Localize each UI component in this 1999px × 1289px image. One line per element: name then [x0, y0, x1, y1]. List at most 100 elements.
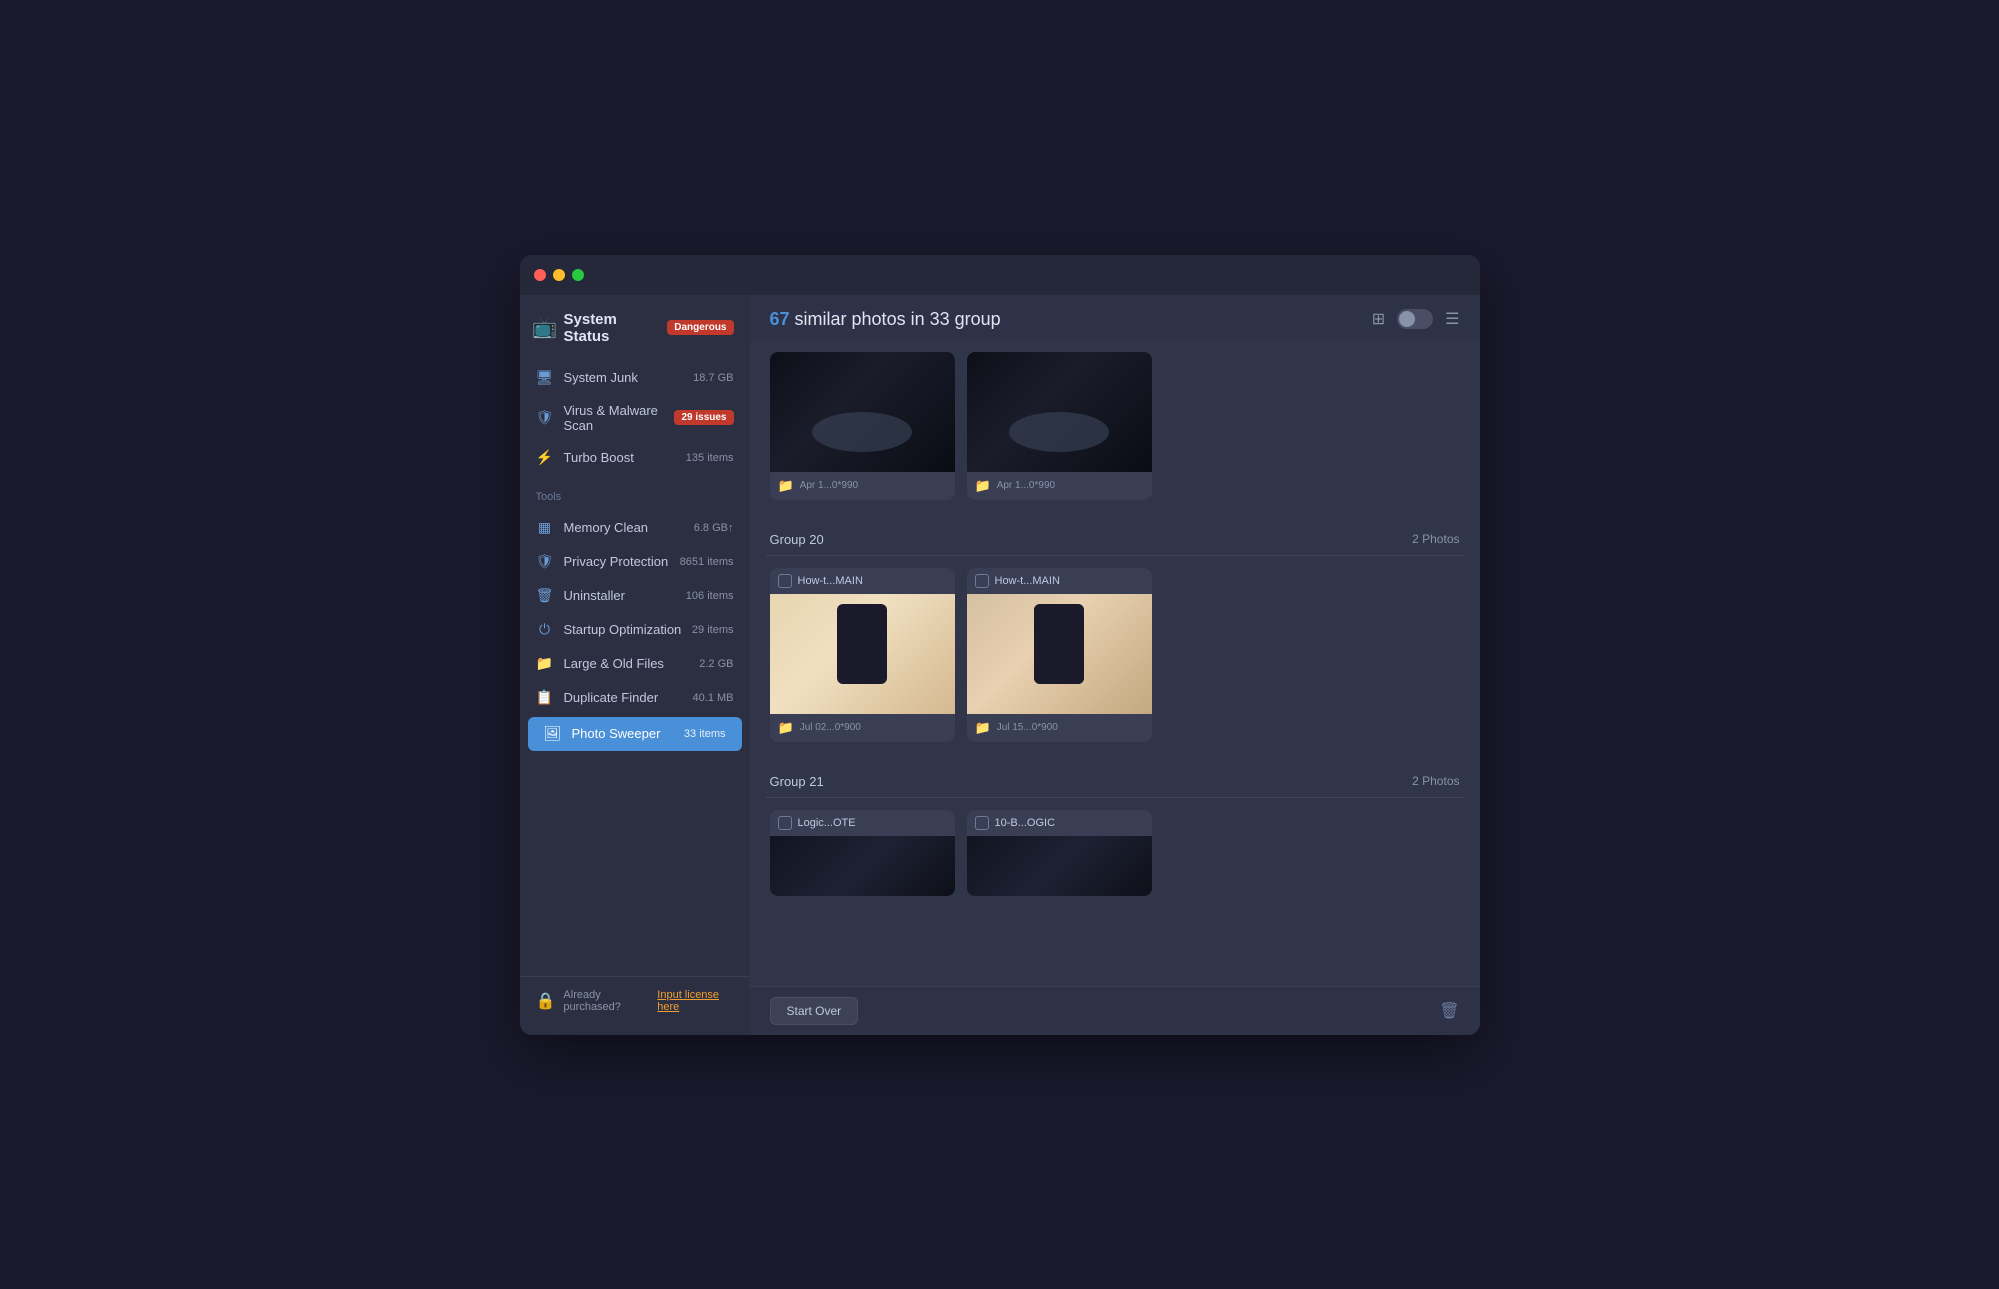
system-junk-icon: 🖥 — [536, 369, 554, 387]
large-old-files-label: Large & Old Files — [564, 656, 690, 671]
maximize-button[interactable] — [572, 269, 584, 281]
turbo-boost-icon: ⚡ — [536, 449, 554, 467]
app-body: 📺 System Status Dangerous 🖥 System Junk … — [520, 295, 1480, 1035]
group-20-header: Group 20 2 Photos — [766, 520, 1464, 556]
photo-filename: 10-B...OGIC — [995, 817, 1056, 829]
startup-optimization-count: 29 items — [692, 624, 734, 636]
grid-view-icon[interactable]: ⊞ — [1372, 309, 1385, 329]
photo-checkbox[interactable] — [975, 574, 989, 588]
photo-card: How-t...MAIN 📁 Jul 15...0*900 — [967, 568, 1152, 742]
similar-photos-count: 67 — [770, 309, 790, 329]
folder-icon: 📁 — [778, 478, 794, 494]
sidebar-item-duplicate-finder[interactable]: 📋 Duplicate Finder 40.1 MB — [520, 681, 750, 715]
photo-image — [770, 594, 955, 714]
photo-filename: Logic...OTE — [798, 817, 856, 829]
sidebar-item-privacy-protection[interactable]: 🛡 Privacy Protection 8651 items — [520, 545, 750, 579]
privacy-protection-label: Privacy Protection — [564, 554, 670, 569]
photo-image — [770, 836, 955, 896]
system-status-icon: 📺 — [536, 319, 554, 337]
group-20-photos: How-t...MAIN 📁 Jul 02...0*900 How — [766, 556, 1464, 754]
photo-footer: 📁 Apr 1...0*990 — [770, 472, 955, 500]
list-view-icon[interactable]: ☰ — [1445, 309, 1459, 329]
uninstaller-count: 106 items — [686, 590, 734, 602]
close-button[interactable] — [534, 269, 546, 281]
photo-card: 📁 Apr 1...0*990 — [967, 352, 1152, 500]
view-toggle[interactable] — [1397, 309, 1433, 329]
uninstaller-label: Uninstaller — [564, 588, 676, 603]
app-window: 📺 System Status Dangerous 🖥 System Junk … — [520, 255, 1480, 1035]
content-scroll[interactable]: 📁 Apr 1...0*990 📁 Apr 1...0*990 — [750, 340, 1480, 986]
photo-card: Logic...OTE — [770, 810, 955, 896]
folder-icon: 📁 — [975, 720, 991, 736]
photo-checkbox[interactable] — [975, 816, 989, 830]
photo-checkbox[interactable] — [778, 574, 792, 588]
memory-clean-icon: ▦ — [536, 519, 554, 537]
photo-checkbox[interactable] — [778, 816, 792, 830]
sidebar-item-large-old-files[interactable]: 📁 Large & Old Files 2.2 GB — [520, 647, 750, 681]
photo-image — [967, 594, 1152, 714]
photo-card-header: How-t...MAIN — [770, 568, 955, 594]
photo-sweeper-label: Photo Sweeper — [572, 726, 674, 741]
photo-image — [967, 352, 1152, 472]
toggle-thumb — [1399, 311, 1415, 327]
minimize-button[interactable] — [553, 269, 565, 281]
virus-badge: 29 issues — [674, 410, 733, 425]
startup-optimization-label: Startup Optimization — [564, 622, 682, 637]
sidebar-item-memory-clean[interactable]: ▦ Memory Clean 6.8 GB↑ — [520, 511, 750, 545]
delete-icon[interactable]: 🗑 — [1439, 1001, 1459, 1021]
sidebar-item-system-junk[interactable]: 🖥 System Junk 18.7 GB — [520, 361, 750, 395]
photo-filename: How-t...MAIN — [798, 575, 863, 587]
main-title: 67 similar photos in 33 group — [770, 309, 1001, 330]
photo-card: 📁 Apr 1...0*990 — [770, 352, 955, 500]
tools-section: ▦ Memory Clean 6.8 GB↑ 🛡 Privacy Protect… — [520, 507, 750, 757]
turbo-boost-label: Turbo Boost — [564, 450, 676, 465]
uninstaller-icon: 🗑 — [536, 587, 554, 605]
sidebar-item-photo-sweeper[interactable]: 🖼 Photo Sweeper 33 items — [528, 717, 742, 751]
main-title-text: similar photos in 33 group — [790, 309, 1001, 329]
virus-scan-label: Virus & Malware Scan — [564, 403, 665, 433]
group-21-photos: Logic...OTE 10-B...OGIC — [766, 798, 1464, 908]
duplicate-finder-count: 40.1 MB — [693, 692, 734, 704]
photo-card-header: Logic...OTE — [770, 810, 955, 836]
group-partial: 📁 Apr 1...0*990 📁 Apr 1...0*990 — [766, 340, 1464, 512]
group-21-count: 2 Photos — [1412, 774, 1459, 788]
sidebar-item-turbo-boost[interactable]: ⚡ Turbo Boost 135 items — [520, 441, 750, 475]
photo-card: 10-B...OGIC — [967, 810, 1152, 896]
group-21-section: Group 21 2 Photos Logic...OTE — [766, 762, 1464, 908]
sidebar-item-uninstaller[interactable]: 🗑 Uninstaller 106 items — [520, 579, 750, 613]
photo-meta: Jul 15...0*900 — [997, 722, 1058, 733]
folder-icon: 📁 — [975, 478, 991, 494]
photo-footer: 📁 Jul 15...0*900 — [967, 714, 1152, 742]
sidebar-item-virus-scan[interactable]: 🛡 Virus & Malware Scan 29 issues — [520, 395, 750, 441]
photo-meta: Apr 1...0*990 — [800, 480, 858, 491]
partial-photos-grid: 📁 Apr 1...0*990 📁 Apr 1...0*990 — [766, 340, 1464, 512]
privacy-protection-icon: 🛡 — [536, 553, 554, 571]
dangerous-badge: Dangerous — [667, 320, 733, 335]
main-footer: Start Over 🗑 — [750, 986, 1480, 1035]
header-controls: ⊞ ☰ — [1372, 309, 1460, 329]
sidebar-title: System Status — [564, 311, 658, 345]
group-20-name: Group 20 — [770, 532, 824, 547]
photo-sweeper-icon: 🖼 — [544, 725, 562, 743]
main-header: 67 similar photos in 33 group ⊞ ☰ — [750, 295, 1480, 340]
system-junk-label: System Junk — [564, 370, 684, 385]
virus-scan-icon: 🛡 — [536, 409, 554, 427]
group-20-count: 2 Photos — [1412, 532, 1459, 546]
privacy-protection-count: 8651 items — [680, 556, 734, 568]
memory-clean-count: 6.8 GB↑ — [694, 522, 734, 534]
input-license-link[interactable]: Input license here — [657, 989, 733, 1013]
duplicate-finder-label: Duplicate Finder — [564, 690, 683, 705]
folder-icon: 📁 — [778, 720, 794, 736]
photo-footer: 📁 Apr 1...0*990 — [967, 472, 1152, 500]
group-21-header: Group 21 2 Photos — [766, 762, 1464, 798]
lock-icon: 🔒 — [536, 991, 556, 1011]
photo-meta: Apr 1...0*990 — [997, 480, 1055, 491]
footer-purchased-text: Already purchased? — [563, 989, 649, 1013]
sidebar-header: 📺 System Status Dangerous — [520, 295, 750, 357]
large-old-files-icon: 📁 — [536, 655, 554, 673]
turbo-boost-count: 135 items — [686, 452, 734, 464]
start-over-button[interactable]: Start Over — [770, 997, 859, 1025]
photo-image — [967, 836, 1152, 896]
sidebar-item-startup-optimization[interactable]: ⏻ Startup Optimization 29 items — [520, 613, 750, 647]
main-items-section: 🖥 System Junk 18.7 GB 🛡 Virus & Malware … — [520, 357, 750, 479]
